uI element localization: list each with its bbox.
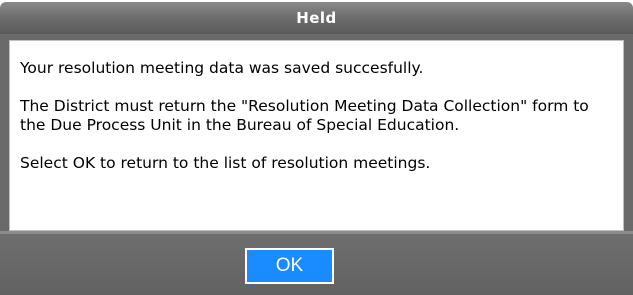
dialog-message-area: Your resolution meeting data was saved s…: [9, 40, 624, 231]
select-ok-message: Select OK to return to the list of resol…: [20, 154, 431, 172]
dialog-footer: OK: [0, 231, 633, 295]
saved-message: Your resolution meeting data was saved s…: [20, 59, 424, 77]
dialog-titlebar: Held: [0, 2, 633, 34]
dialog-title: Held: [296, 9, 337, 27]
held-dialog: Held Your resolution meeting data was sa…: [0, 0, 633, 295]
instruction-message: The District must return the "Resolution…: [20, 97, 589, 134]
ok-button[interactable]: OK: [245, 248, 334, 284]
dialog-right-frame: [624, 34, 633, 231]
dialog-left-frame: [0, 34, 9, 231]
